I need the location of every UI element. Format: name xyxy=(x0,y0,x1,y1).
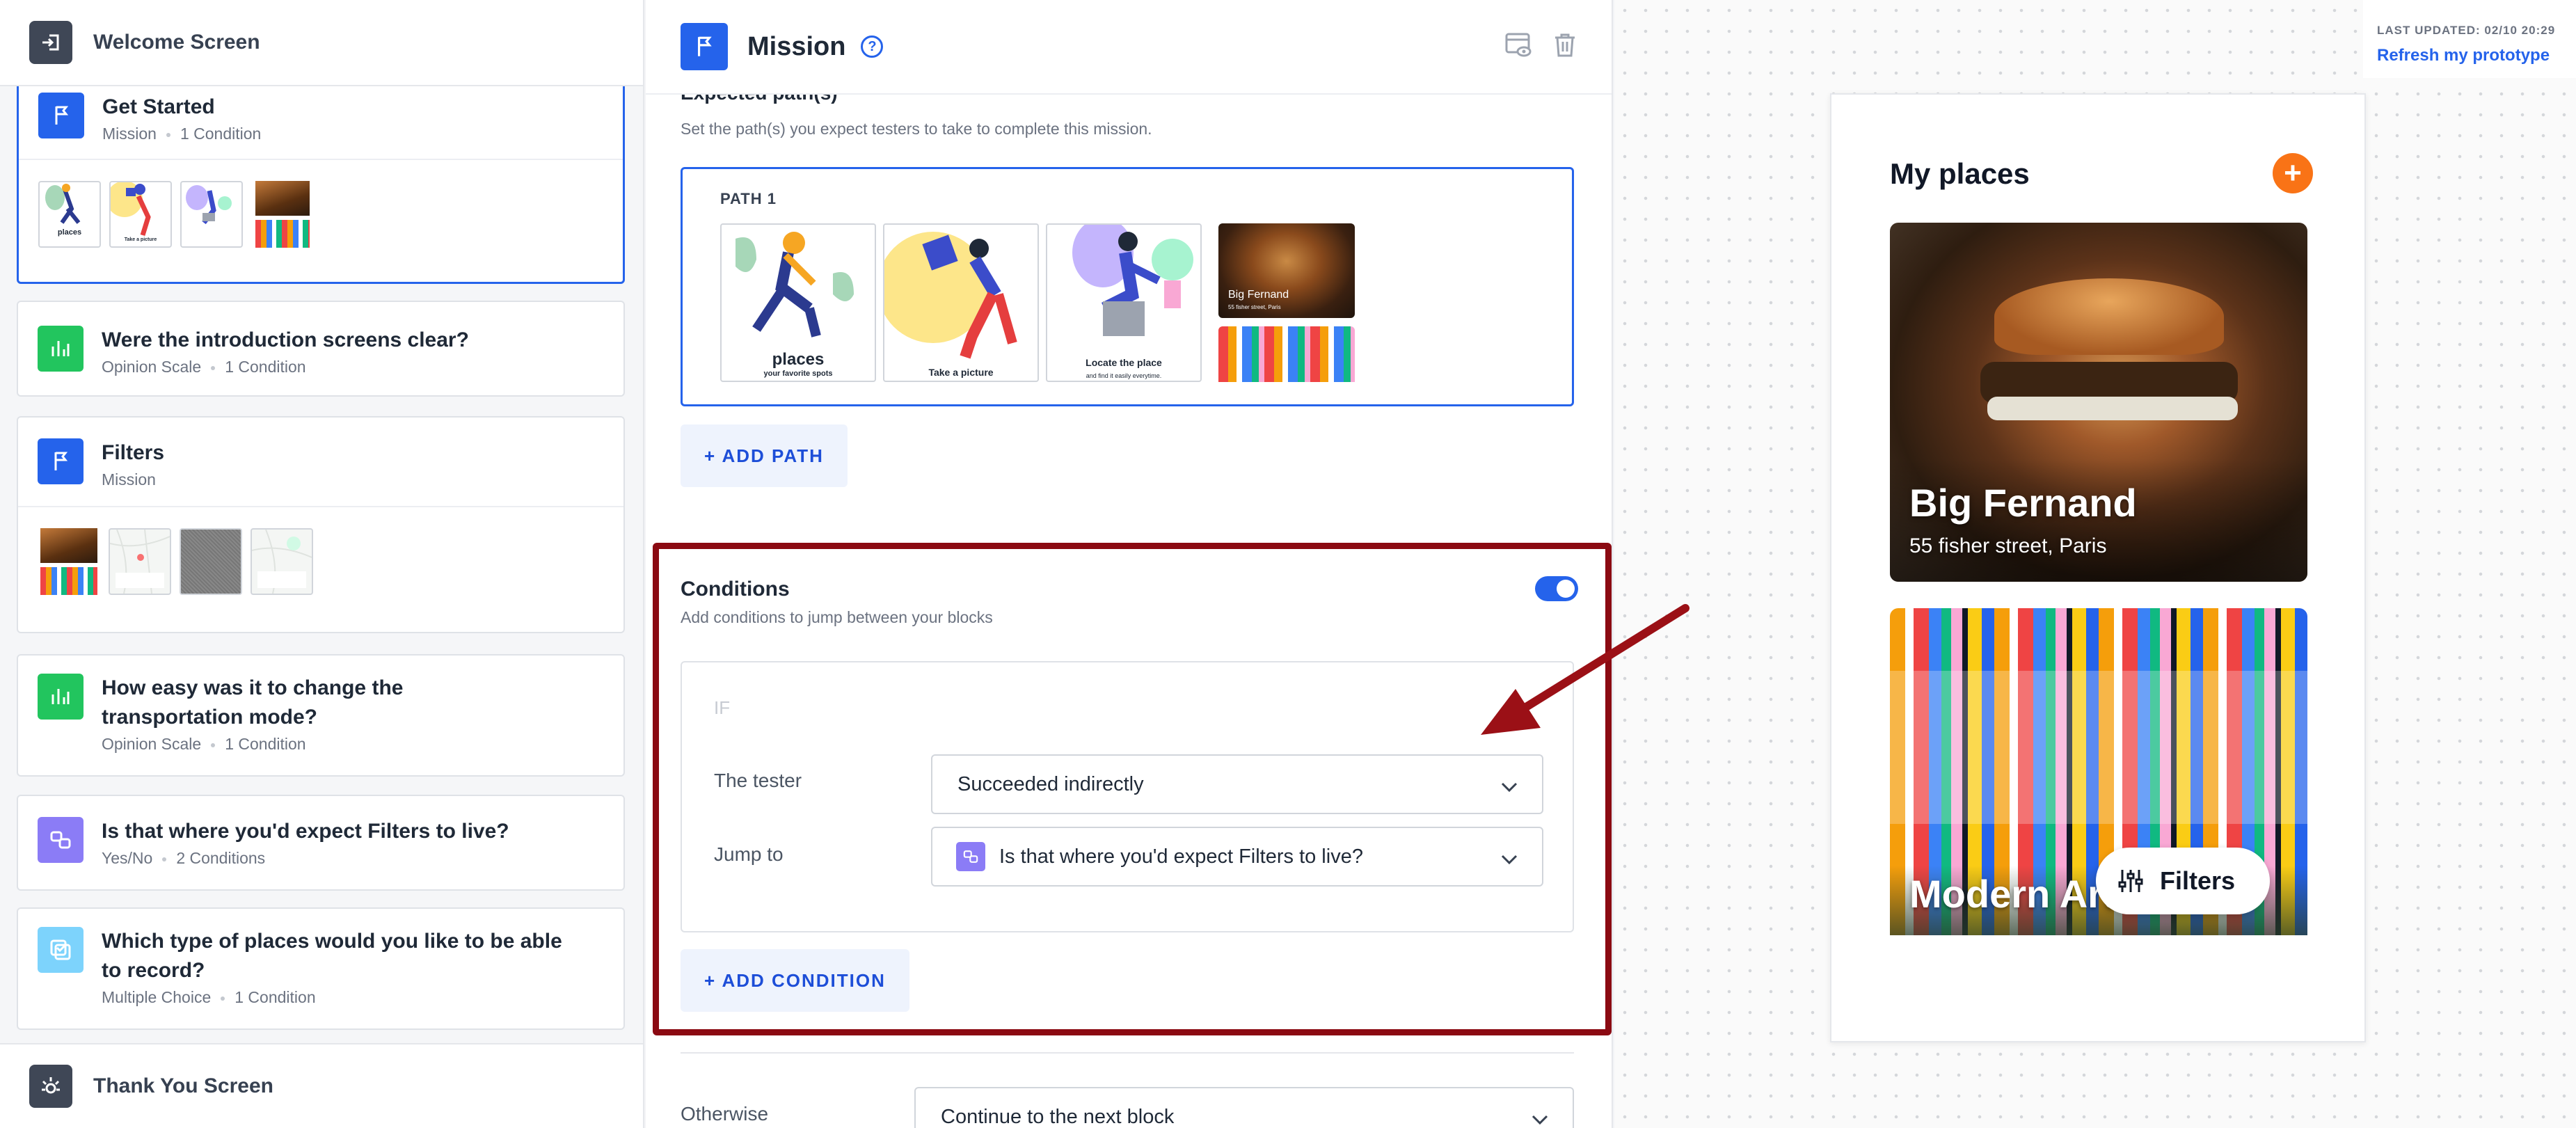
block-title: Filters xyxy=(102,441,165,464)
conditions-title: Conditions xyxy=(681,578,790,601)
multiple-choice-icon xyxy=(38,927,84,973)
block-meta: Opinion Scale 1 Condition xyxy=(102,735,306,753)
place-name: Big Fernand xyxy=(1909,481,2137,525)
flag-icon xyxy=(681,23,728,70)
bun-shape xyxy=(1994,278,2224,355)
block-filters[interactable]: Filters Mission xyxy=(17,416,625,633)
screen-title: Big Fernand xyxy=(1228,289,1289,301)
phone-screen[interactable]: My places + Big Fernand 55 fisher street… xyxy=(1830,93,2366,1042)
otherwise-label: Otherwise xyxy=(681,1103,769,1125)
jump-to-label: Jump to xyxy=(714,843,784,865)
conditions-description: Add conditions to jump between your bloc… xyxy=(681,608,993,626)
filters-icon xyxy=(2117,867,2145,895)
map-thumbnail xyxy=(109,528,171,595)
block-get-started[interactable]: Get Started Mission 1 Condition places Ta… xyxy=(17,81,625,284)
block-meta: Opinion Scale 1 Condition xyxy=(102,358,306,376)
block-multiple-choice[interactable]: Which type of places would you like to b… xyxy=(17,907,625,1030)
yes-no-icon xyxy=(38,817,84,863)
chevron-down-icon xyxy=(1500,777,1518,800)
add-path-button[interactable]: + ADD PATH xyxy=(681,424,848,487)
block-meta: Multiple Choice 1 Condition xyxy=(102,988,316,1006)
phone-title: My places xyxy=(1890,157,2030,190)
last-updated-text: LAST UPDATED: 02/10 20:29 xyxy=(2377,24,2556,37)
block-title: How easy was it to change the transporta… xyxy=(102,676,404,729)
tester-label: The tester xyxy=(714,770,802,791)
sauce-shape xyxy=(1987,397,2238,420)
block-title: Is that where you'd expect Filters to li… xyxy=(102,820,509,843)
filters-button[interactable]: Filters xyxy=(2096,848,2270,914)
path-screen-big-fernand[interactable]: Big Fernand 55 fisher street, Paris xyxy=(1209,223,1365,382)
tester-outcome-select[interactable]: Succeeded indirectly xyxy=(931,754,1543,814)
thumb-text: places xyxy=(57,228,82,237)
preview-icon[interactable] xyxy=(1504,32,1532,62)
editor-title: Mission xyxy=(747,31,846,61)
block-title: Which type of places would you like to b… xyxy=(102,930,562,982)
thank-you-screen-item[interactable]: Thank You Screen xyxy=(0,1043,643,1128)
path-screen-locate[interactable]: Locate the place and find it easily ever… xyxy=(1046,223,1202,382)
opinion-scale-icon xyxy=(38,326,84,372)
filters-label: Filters xyxy=(2160,866,2236,895)
refresh-prototype-link[interactable]: Refresh my prototype xyxy=(2377,46,2576,65)
screen-title: Locate the place xyxy=(1086,357,1162,368)
screen-thumbnail: Take a picture xyxy=(109,181,172,248)
block-title: Get Started xyxy=(102,95,215,118)
thank-you-screen-label: Thank You Screen xyxy=(93,1074,273,1097)
enter-icon xyxy=(29,21,72,64)
jump-to-select[interactable]: Is that where you'd expect Filters to li… xyxy=(931,827,1543,887)
screen-title: Take a picture xyxy=(928,367,994,378)
block-meta: Mission 1 Condition xyxy=(102,125,262,143)
divider xyxy=(681,1052,1574,1054)
tester-outcome-value: Succeeded indirectly xyxy=(957,772,1144,795)
blocks-sidebar: Get Started Mission 1 Condition places Ta… xyxy=(0,0,644,1128)
block-opinion-transport[interactable]: How easy was it to change the transporta… xyxy=(17,654,625,777)
block-editor: Expected path(s) Set the path(s) you exp… xyxy=(646,0,1613,1128)
block-meta: Mission xyxy=(102,470,156,488)
condition-card: IF The tester Succeeded indirectly Jump … xyxy=(681,661,1574,932)
thumb-text: Take a picture xyxy=(124,237,157,242)
screen-thumbnail xyxy=(180,181,243,248)
jump-to-value: Is that where you'd expect Filters to li… xyxy=(999,845,1363,868)
celebrate-icon xyxy=(29,1065,72,1108)
update-panel: LAST UPDATED: 02/10 20:29 Refresh my pro… xyxy=(2363,0,2576,78)
add-place-button[interactable]: + xyxy=(2273,153,2313,193)
prototype-preview: LAST UPDATED: 02/10 20:29 Refresh my pro… xyxy=(1614,0,2576,1128)
trash-icon[interactable] xyxy=(1553,32,1577,62)
screen-subtitle: 55 fisher street, Paris xyxy=(1228,304,1281,310)
place-address: 55 fisher street, Paris xyxy=(1909,534,2107,557)
grey-thumbnail xyxy=(180,528,242,595)
welcome-screen-item[interactable]: Welcome Screen xyxy=(0,0,643,86)
place-card[interactable]: Big Fernand 55 fisher street, Paris xyxy=(1890,223,2307,582)
museum-letters-band xyxy=(1890,671,2307,824)
chevron-down-icon xyxy=(1500,849,1518,872)
screen-title: places xyxy=(772,350,825,369)
add-condition-button[interactable]: + ADD CONDITION xyxy=(681,949,909,1012)
path-screen-places[interactable]: places your favorite spots xyxy=(720,223,876,382)
yes-no-icon xyxy=(956,842,985,871)
block-title: Were the introduction screens clear? xyxy=(102,328,469,351)
flag-icon xyxy=(38,438,84,484)
block-yesno-filters[interactable]: Is that where you'd expect Filters to li… xyxy=(17,795,625,891)
welcome-screen-label: Welcome Screen xyxy=(93,31,260,54)
flag-icon xyxy=(38,93,84,138)
screen-thumbnail: places xyxy=(38,181,101,248)
map-thumbnail xyxy=(251,528,313,595)
block-meta: Yes/No 2 Conditions xyxy=(102,849,266,867)
conditions-toggle[interactable] xyxy=(1535,576,1578,601)
opinion-scale-icon xyxy=(38,674,84,720)
chevron-down-icon xyxy=(1531,1109,1549,1128)
expected-paths-description: Set the path(s) you expect testers to ta… xyxy=(681,120,1152,138)
screen-thumbnail xyxy=(251,181,314,248)
otherwise-select[interactable]: Continue to the next block xyxy=(914,1087,1574,1128)
screen-subtitle: your favorite spots xyxy=(763,370,833,378)
otherwise-value: Continue to the next block xyxy=(941,1105,1175,1128)
block-opinion-intro[interactable]: Were the introduction screens clear? Opi… xyxy=(17,301,625,397)
screen-subtitle: and find it easily everytime. xyxy=(1086,372,1162,379)
if-label: IF xyxy=(714,697,731,718)
help-icon[interactable]: ? xyxy=(861,35,884,58)
expected-path-card[interactable]: PATH 1 places your favorite spots Take a… xyxy=(681,167,1574,406)
screen-thumbnail xyxy=(38,528,100,595)
editor-header: Mission ? xyxy=(646,0,1612,95)
path-screen-picture[interactable]: Take a picture xyxy=(883,223,1039,382)
path-label: PATH 1 xyxy=(720,190,777,207)
